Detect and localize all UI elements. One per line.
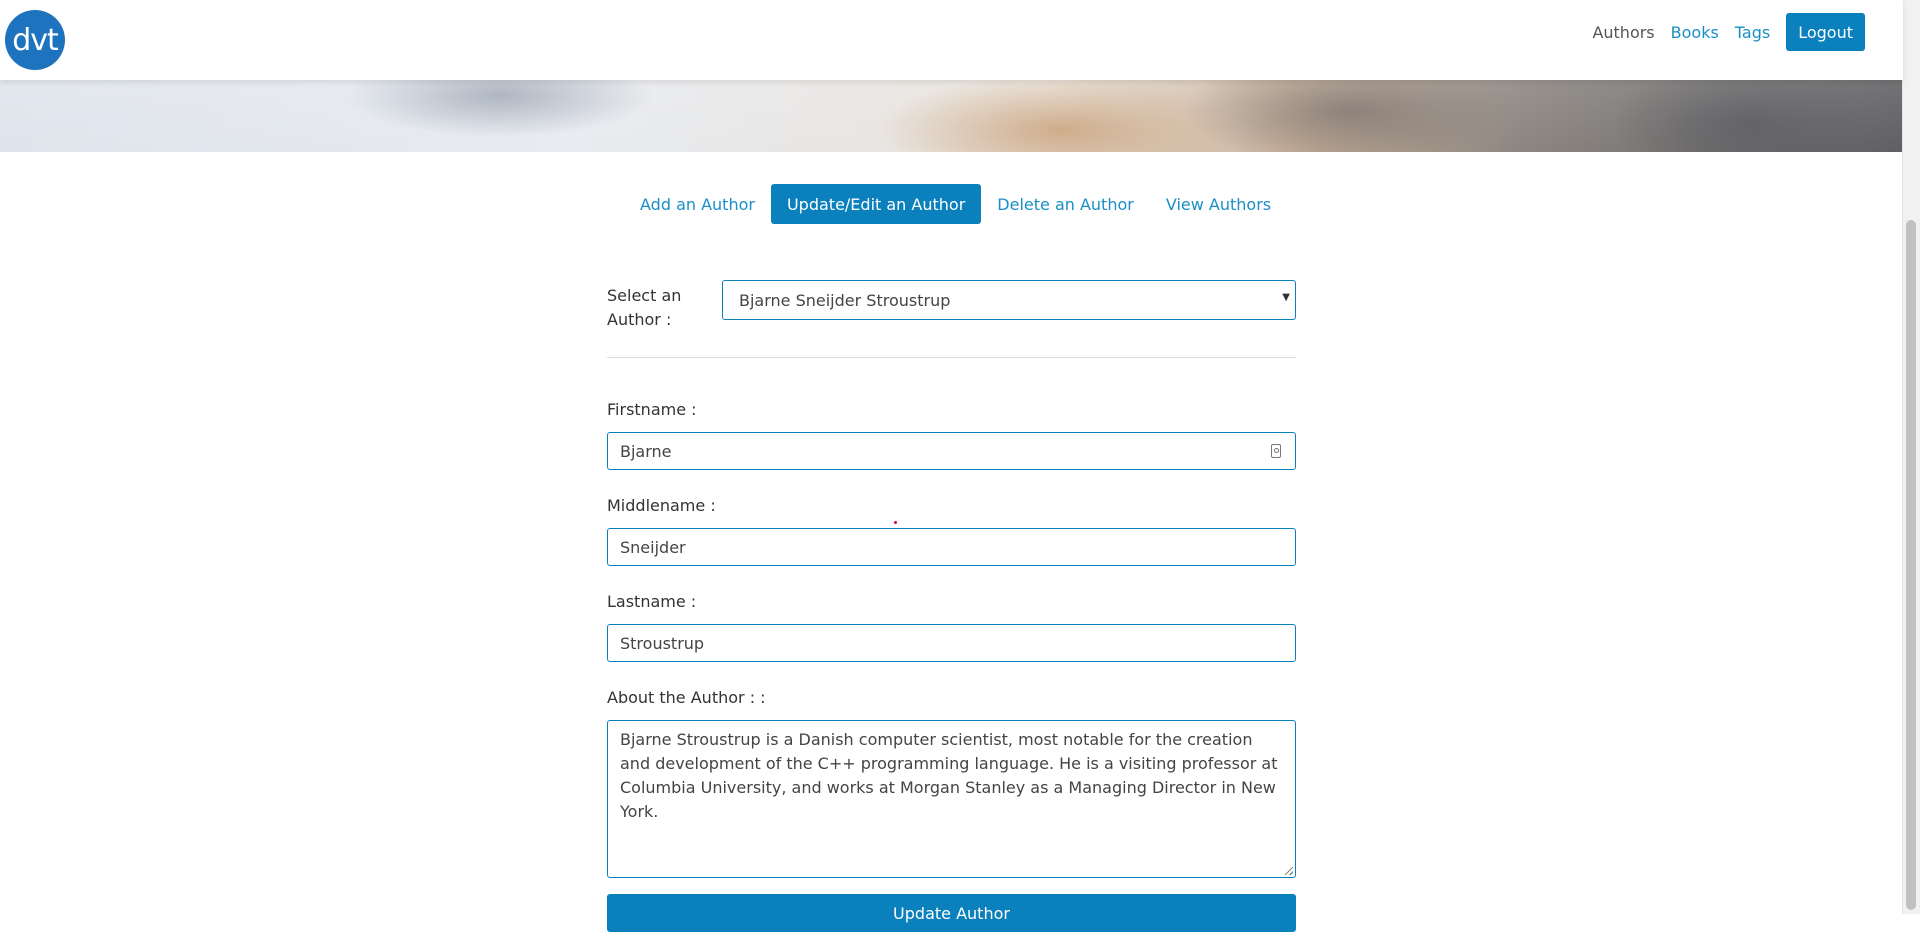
- middlename-label: Middlename :: [607, 496, 716, 515]
- lastname-input[interactable]: Stroustrup: [607, 624, 1296, 662]
- tab-view-authors[interactable]: View Authors: [1150, 184, 1287, 224]
- firstname-value: Bjarne: [620, 441, 672, 461]
- firstname-input[interactable]: Bjarne: [607, 432, 1296, 470]
- dvt-logo[interactable]: dvt: [5, 10, 65, 70]
- select-author-dropdown[interactable]: Bjarne Sneijder Stroustrup ▼: [722, 280, 1296, 320]
- select-author-label: Select an Author :: [607, 286, 682, 329]
- about-value: Bjarne Stroustrup is a Danish computer s…: [620, 730, 1278, 821]
- about-textarea[interactable]: Bjarne Stroustrup is a Danish computer s…: [607, 720, 1296, 878]
- lastname-label: Lastname :: [607, 592, 697, 611]
- page-scrollbar[interactable]: [1902, 0, 1920, 914]
- scrollbar-thumb[interactable]: [1906, 220, 1916, 910]
- author-tabs: Add an Author Update/Edit an Author Dele…: [624, 184, 1287, 224]
- update-author-form: Select an Author : Bjarne Sneijder Strou…: [607, 280, 1296, 932]
- logout-button[interactable]: Logout: [1786, 13, 1865, 51]
- resize-handle-icon[interactable]: [1285, 867, 1293, 875]
- top-navbar: dvt Authors Books Tags Logout: [0, 0, 1903, 80]
- red-dot-marker: [894, 521, 897, 524]
- tab-delete-author[interactable]: Delete an Author: [981, 184, 1150, 224]
- nav-link-authors[interactable]: Authors: [1592, 23, 1654, 42]
- update-author-button[interactable]: Update Author: [607, 894, 1296, 932]
- middlename-input[interactable]: Sneijder: [607, 528, 1296, 566]
- firstname-label: Firstname :: [607, 400, 697, 419]
- select-author-row: Select an Author : Bjarne Sneijder Strou…: [607, 280, 1296, 340]
- tab-update-author[interactable]: Update/Edit an Author: [770, 184, 982, 224]
- contact-card-icon[interactable]: [1271, 444, 1281, 458]
- nav-links: Authors Books Tags Logout: [1576, 13, 1865, 51]
- tab-add-author[interactable]: Add an Author: [624, 184, 771, 224]
- selected-author-value: Bjarne Sneijder Stroustrup: [739, 290, 951, 310]
- nav-link-books[interactable]: Books: [1671, 23, 1719, 42]
- nav-link-tags[interactable]: Tags: [1735, 23, 1770, 42]
- about-label: About the Author : :: [607, 688, 766, 707]
- dropdown-arrow-icon: ▼: [1282, 292, 1290, 303]
- middlename-value: Sneijder: [620, 537, 686, 557]
- lastname-value: Stroustrup: [620, 633, 705, 653]
